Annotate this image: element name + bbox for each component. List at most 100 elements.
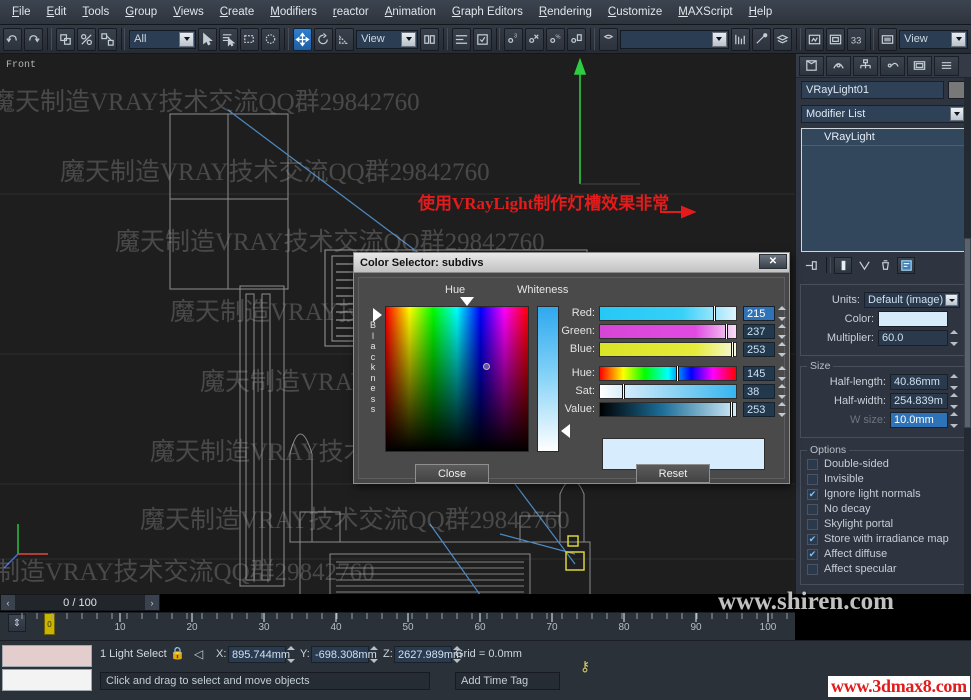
- key-mode-toggle-icon[interactable]: ⚷: [573, 655, 597, 677]
- modifier-stack-item[interactable]: VRayLight: [802, 129, 965, 146]
- lock-selection-icon[interactable]: 🔒: [170, 646, 184, 662]
- menu-item-reactor[interactable]: reactor: [325, 3, 377, 21]
- menu-item-group[interactable]: Group: [117, 3, 165, 21]
- motion-tab-icon[interactable]: [880, 56, 905, 76]
- blue-spinner[interactable]: [778, 342, 787, 357]
- show-end-result-icon[interactable]: [834, 257, 852, 274]
- menu-item-views[interactable]: Views: [165, 3, 211, 21]
- y-spinner[interactable]: [370, 646, 379, 663]
- menu-item-graph-editors[interactable]: Graph Editors: [444, 3, 531, 21]
- align-icon[interactable]: [452, 28, 471, 51]
- bind-space-warp-icon[interactable]: [98, 28, 117, 51]
- red-slider[interactable]: [599, 306, 737, 321]
- half-length-spinner[interactable]: [950, 374, 960, 390]
- select-link-icon[interactable]: [56, 28, 75, 51]
- menu-item-help[interactable]: Help: [741, 3, 781, 21]
- green-value-field[interactable]: 237: [743, 324, 775, 339]
- rectangular-region-icon[interactable]: [240, 28, 259, 51]
- hue-value-field[interactable]: 145: [743, 366, 775, 381]
- schematic-view-icon[interactable]: [752, 28, 771, 51]
- chevron-down-icon[interactable]: [950, 107, 964, 121]
- configure-modifier-sets-icon[interactable]: [897, 257, 915, 274]
- named-set-combo[interactable]: [620, 30, 729, 49]
- sat-slider[interactable]: [599, 384, 737, 399]
- select-and-scale-icon[interactable]: [335, 28, 354, 51]
- scrollbar-thumb[interactable]: [964, 238, 971, 428]
- chevron-down-icon[interactable]: [179, 32, 194, 47]
- option-store-with-irradiance-map[interactable]: ✔ Store with irradiance map: [807, 533, 960, 545]
- named-selection-sets-icon[interactable]: [473, 28, 492, 51]
- blackness-slider-marker[interactable]: [373, 308, 382, 322]
- chevron-down-icon[interactable]: [712, 32, 727, 47]
- select-by-name-icon[interactable]: [219, 28, 238, 51]
- z-coordinate-field[interactable]: 2627.989mm: [394, 646, 452, 663]
- option-affect-specular[interactable]: Affect specular: [807, 563, 960, 575]
- y-coordinate-field[interactable]: -698.308mm: [311, 646, 369, 663]
- sat-spinner[interactable]: [778, 384, 787, 399]
- select-object-icon[interactable]: [198, 28, 217, 51]
- render-preview-icon[interactable]: [878, 28, 897, 51]
- option-skylight-portal[interactable]: Skylight portal: [807, 518, 960, 530]
- value-value-field[interactable]: 253: [743, 402, 775, 417]
- green-slider[interactable]: [599, 324, 737, 339]
- blue-slider[interactable]: [599, 342, 737, 357]
- color-picker-crosshair[interactable]: [483, 363, 490, 370]
- checkbox-affect-specular[interactable]: [807, 564, 818, 575]
- quick-render-icon[interactable]: 33: [847, 28, 866, 51]
- curve-editor-icon[interactable]: [731, 28, 750, 51]
- multiplier-spinner[interactable]: [950, 330, 960, 346]
- manage-layers-icon[interactable]: [599, 28, 618, 51]
- color-selector-dialog[interactable]: Color Selector: subdivs ✕ Hue Whiteness …: [353, 252, 790, 484]
- red-spinner[interactable]: [778, 306, 787, 321]
- checkbox-affect-diffuse[interactable]: ✔: [807, 549, 818, 560]
- x-spinner[interactable]: [287, 646, 296, 663]
- red-value-field[interactable]: 215: [743, 306, 775, 321]
- snapshot-icon[interactable]: %: [546, 28, 565, 51]
- menu-item-file[interactable]: File: [4, 3, 39, 21]
- viewport-layout-combo[interactable]: View: [899, 30, 968, 49]
- material-editor-icon[interactable]: [773, 28, 792, 51]
- menu-item-modifiers[interactable]: Modifiers: [262, 3, 325, 21]
- menu-item-animation[interactable]: Animation: [377, 3, 444, 21]
- close-button[interactable]: Close: [415, 464, 489, 483]
- chevron-down-icon[interactable]: [401, 32, 416, 47]
- checkbox-double-sided[interactable]: [807, 459, 818, 470]
- dialog-title-bar[interactable]: Color Selector: subdivs ✕: [354, 253, 789, 273]
- pin-stack-icon[interactable]: [802, 257, 820, 274]
- command-panel-scrollbar[interactable]: [964, 78, 971, 594]
- render-setup-icon[interactable]: [805, 28, 824, 51]
- absolute-relative-toggle-icon[interactable]: ◁: [194, 647, 203, 661]
- use-pivot-point-center-icon[interactable]: [420, 28, 439, 51]
- option-affect-diffuse[interactable]: ✔ Affect diffuse: [807, 548, 960, 560]
- blue-value-field[interactable]: 253: [743, 342, 775, 357]
- hue-spinner[interactable]: [778, 366, 787, 381]
- menu-item-create[interactable]: Create: [212, 3, 263, 21]
- half-width-field[interactable]: 254.839m: [890, 393, 948, 409]
- checkbox-store-with-irradiance-map[interactable]: ✔: [807, 534, 818, 545]
- spacing-tool-icon[interactable]: [567, 28, 586, 51]
- undo-icon[interactable]: [3, 28, 22, 51]
- menu-item-rendering[interactable]: Rendering: [531, 3, 600, 21]
- close-icon[interactable]: ✕: [759, 254, 787, 269]
- track-bar-ruler[interactable]: ⇕ 0: [0, 612, 795, 640]
- half-width-spinner[interactable]: [950, 393, 960, 409]
- chevron-down-icon[interactable]: [945, 294, 958, 306]
- ref-coord-system-combo[interactable]: View: [356, 30, 418, 49]
- hue-value-field[interactable]: [385, 306, 529, 452]
- make-unique-icon[interactable]: [855, 257, 873, 274]
- create-tab-icon[interactable]: [799, 56, 824, 76]
- next-frame-button[interactable]: ›: [145, 595, 159, 610]
- value-slider[interactable]: [599, 402, 737, 417]
- menu-item-customize[interactable]: Customize: [600, 3, 670, 21]
- option-invisible[interactable]: Invisible: [807, 473, 960, 485]
- whiteness-slider-marker[interactable]: [561, 424, 570, 438]
- utilities-tab-icon[interactable]: [934, 56, 959, 76]
- time-navigation[interactable]: ‹ 0 / 100 ›: [0, 594, 160, 611]
- display-tab-icon[interactable]: [907, 56, 932, 76]
- select-and-rotate-icon[interactable]: [314, 28, 333, 51]
- checkbox-ignore-light-normals[interactable]: ✔: [807, 489, 818, 500]
- checkbox-invisible[interactable]: [807, 474, 818, 485]
- array-icon[interactable]: [525, 28, 544, 51]
- checkbox-skylight-portal[interactable]: [807, 519, 818, 530]
- window-crossing-icon[interactable]: [261, 28, 280, 51]
